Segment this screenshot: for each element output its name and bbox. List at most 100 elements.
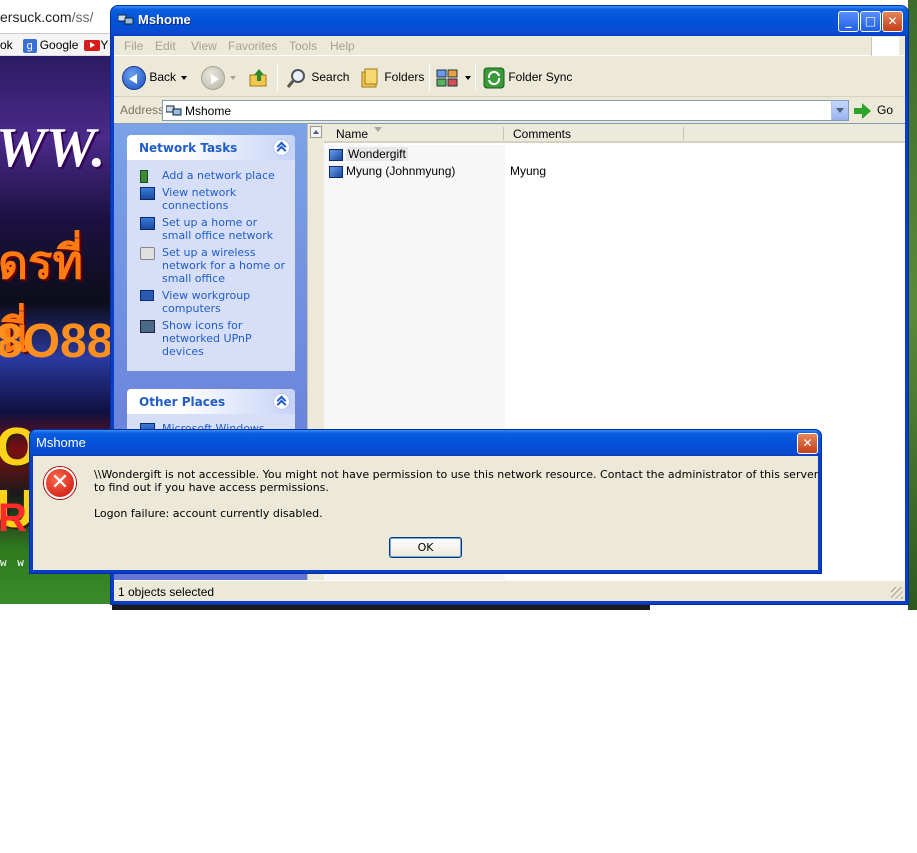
sort-arrow-icon [374, 127, 382, 132]
dialog-detail: Logon failure: account currently disable… [94, 507, 323, 520]
toolbar-separator [475, 63, 476, 91]
item-name: Myung (Johnmyung) [346, 164, 456, 178]
search-label: Search [311, 70, 350, 84]
menu-tools[interactable]: Tools [289, 39, 317, 53]
dialog-close-button[interactable]: ✕ [797, 433, 818, 454]
dialog-body: ✕ \\Wondergift is not accessible. You mi… [33, 456, 818, 570]
menu-view[interactable]: View [191, 39, 217, 53]
task-setup-wireless-network[interactable]: Set up a wireless network for a home or … [127, 242, 295, 285]
task-add-network-place[interactable]: Add a network place [127, 165, 295, 183]
collapse-chevron-icon[interactable] [273, 393, 290, 410]
search-button[interactable]: Search [286, 63, 349, 91]
upnp-devices-icon [140, 320, 155, 333]
address-bar: Address Mshome Go [114, 99, 905, 122]
youtube-icon [84, 40, 101, 52]
column-separator[interactable] [683, 127, 684, 140]
status-bar: 1 objects selected [114, 580, 905, 601]
task-label: Add a network place [162, 169, 275, 182]
column-name[interactable]: Name [336, 127, 368, 141]
minimize-button[interactable]: _ [838, 11, 859, 32]
bookmark-ok[interactable]: ok [0, 38, 13, 52]
task-label: Set up a home or small office network [162, 216, 274, 242]
dialog-titlebar[interactable]: Mshome ✕ [30, 430, 821, 456]
task-show-upnp-icons[interactable]: Show icons for networked UPnP devices [127, 315, 295, 358]
bookmark-y[interactable]: Y [100, 38, 108, 52]
back-label: Back [149, 70, 177, 84]
list-header: Name Comments [324, 124, 905, 143]
error-icon: ✕ [44, 467, 76, 499]
search-icon [286, 68, 305, 88]
task-label: Set up a wireless network for a home or … [162, 246, 285, 285]
go-label: Go [877, 103, 894, 117]
network-tasks-header[interactable]: Network Tasks [127, 135, 295, 160]
browser-url-bar[interactable]: ersuck.com/ss/ [0, 0, 112, 34]
maximize-button[interactable]: □ [860, 11, 881, 32]
background-right-strip [908, 0, 917, 610]
address-label: Address [120, 103, 165, 117]
computer-icon [329, 148, 343, 161]
address-input[interactable]: Mshome [162, 100, 849, 121]
scroll-up-icon[interactable] [310, 126, 322, 138]
views-dropdown-icon[interactable] [465, 75, 471, 80]
bookmarks-bar: ok g Google Y [0, 34, 112, 56]
url-host: ersuck.com [0, 9, 72, 25]
forward-dropdown-icon[interactable] [230, 75, 236, 80]
menu-help[interactable]: Help [330, 39, 355, 53]
home-network-icon [140, 217, 155, 230]
banner-text-3: 8O88 [0, 315, 112, 368]
toolbar-separator [277, 63, 278, 91]
close-button[interactable]: ✕ [882, 11, 903, 32]
ok-button[interactable]: OK [389, 537, 462, 558]
folder-sync-icon [483, 67, 505, 89]
forward-arrow-icon [201, 65, 225, 90]
up-folder-icon [249, 68, 267, 87]
dialog-message: \\Wondergift is not accessible. You migh… [94, 468, 819, 494]
other-places-header[interactable]: Other Places [127, 389, 295, 414]
window-titlebar[interactable]: Mshome _ □ ✕ [111, 6, 908, 36]
windows-logo-icon [871, 37, 899, 56]
back-dropdown-icon[interactable] [181, 75, 188, 80]
computer-icon [329, 165, 343, 178]
folder-sync-button[interactable]: Folder Sync [483, 63, 572, 91]
folders-button[interactable]: Folders [359, 63, 424, 91]
url-path: /ss/ [71, 9, 94, 25]
folders-icon [361, 68, 378, 88]
google-icon: g [22, 38, 37, 53]
go-arrow-icon [854, 103, 871, 120]
folder-sync-label: Folder Sync [508, 70, 573, 84]
back-button[interactable]: Back [122, 63, 188, 91]
other-places-title: Other Places [139, 395, 226, 409]
list-item[interactable]: Myung (Johnmyung) [329, 163, 455, 180]
menu-file[interactable]: File [124, 39, 143, 53]
toolbar-separator [429, 63, 430, 91]
task-view-network-connections[interactable]: View network connections [127, 182, 295, 212]
address-dropdown-button[interactable] [831, 101, 848, 120]
toolbar: Back Search Folders Folder Sync [114, 57, 905, 97]
menu-edit[interactable]: Edit [155, 39, 176, 53]
collapse-chevron-icon[interactable] [273, 139, 290, 156]
menu-bar: File Edit View Favorites Tools Help [114, 36, 905, 56]
list-item[interactable]: Wondergift [329, 146, 408, 163]
bookmark-google[interactable]: Google [40, 38, 79, 52]
item-name: Wondergift [346, 147, 408, 161]
task-label: View workgroup computers [162, 289, 251, 315]
error-dialog: Mshome ✕ ✕ \\Wondergift is not accessibl… [29, 429, 822, 574]
go-button[interactable]: Go [854, 100, 893, 121]
back-arrow-icon [122, 65, 146, 90]
banner-text-1: WW. [0, 117, 106, 179]
views-button[interactable] [436, 63, 471, 91]
dialog-title: Mshome [36, 435, 86, 450]
folders-label: Folders [384, 70, 425, 84]
resize-grip-icon[interactable] [891, 587, 903, 599]
task-view-workgroup-computers[interactable]: View workgroup computers [127, 285, 295, 315]
network-icon [166, 105, 182, 116]
task-setup-home-network[interactable]: Set up a home or small office network [127, 212, 295, 242]
column-comments[interactable]: Comments [513, 127, 571, 141]
column-separator[interactable] [503, 127, 504, 140]
item-comment: Myung [510, 164, 547, 178]
network-tasks-title: Network Tasks [139, 141, 238, 155]
up-folder-button[interactable] [248, 63, 270, 91]
forward-button[interactable] [201, 63, 236, 91]
window-title: Mshome [138, 12, 191, 27]
menu-favorites[interactable]: Favorites [228, 39, 277, 53]
